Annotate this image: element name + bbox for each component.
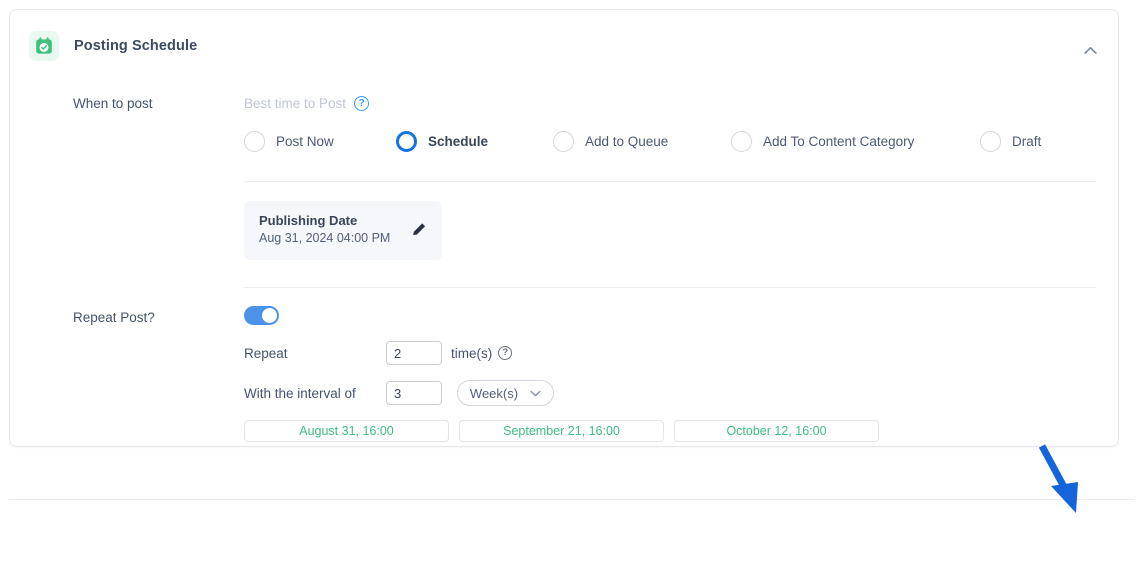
interval-label: With the interval of [244,385,356,401]
radio-label: Draft [1012,134,1042,149]
radio-indicator [244,131,265,152]
occurrence-chip[interactable]: September 21, 16:00 [459,420,664,442]
radio-label: Schedule [428,134,489,149]
radio-label: Add To Content Category [763,134,915,149]
best-time-to-post: Best time to Post ? [244,96,370,111]
calendar-check-icon [29,31,59,61]
repeat-times-input[interactable] [386,341,442,365]
posting-schedule-card: Posting Schedule When to post Best time … [9,9,1119,447]
publishing-date-card[interactable]: Publishing Date Aug 31, 2024 04:00 PM [244,201,442,260]
question-circle-icon[interactable]: ? [498,346,513,360]
publishing-date-title: Publishing Date [259,213,358,228]
interval-value-input[interactable] [386,381,442,405]
repeat-interval-row: With the interval of Week(s) [244,380,554,406]
interval-unit-label: Week(s) [469,385,519,401]
repeat-unit-group: time(s) ? [451,345,513,361]
occurrence-chip[interactable]: October 12, 16:00 [674,420,879,442]
footer-bar: Send for Approval Schedule [0,500,1143,561]
radio-add-to-queue[interactable]: Add to Queue [553,131,731,152]
radio-indicator [553,131,574,152]
repeat-times-row: Repeat time(s) ? [244,341,513,365]
when-to-post-radio-group: Post Now Schedule Add to Queue Add To Co… [244,131,1041,152]
card-header: Posting Schedule [10,10,1118,74]
chevron-up-icon[interactable] [1079,40,1101,60]
repeat-post-label: Repeat Post? [73,310,155,325]
occurrence-chip-list: August 31, 16:00 September 21, 16:00 Oct… [244,420,879,442]
divider [244,287,1096,288]
repeat-unit-label: time(s) [451,345,493,361]
pencil-icon[interactable] [410,220,428,238]
divider [244,181,1096,182]
question-circle-icon[interactable]: ? [354,96,370,111]
when-to-post-label: When to post [73,96,153,111]
radio-schedule[interactable]: Schedule [396,131,553,152]
best-time-label: Best time to Post [244,96,347,111]
occurrence-chip[interactable]: August 31, 16:00 [244,420,449,442]
posting-schedule-screen: Posting Schedule When to post Best time … [0,0,1143,561]
publishing-date-value: Aug 31, 2024 04:00 PM [259,231,391,245]
radio-indicator [396,131,417,152]
chevron-down-icon [530,384,541,402]
repeat-label: Repeat [244,345,288,361]
radio-label: Add to Queue [585,134,669,149]
repeat-post-toggle[interactable] [244,306,279,325]
radio-indicator [731,131,752,152]
toggle-knob [262,308,277,323]
interval-unit-select[interactable]: Week(s) [457,380,554,406]
radio-indicator [980,131,1001,152]
card-title: Posting Schedule [74,38,198,54]
radio-label: Post Now [276,134,334,149]
radio-add-to-content-category[interactable]: Add To Content Category [731,131,980,152]
radio-draft[interactable]: Draft [980,131,1041,152]
radio-post-now[interactable]: Post Now [244,131,396,152]
